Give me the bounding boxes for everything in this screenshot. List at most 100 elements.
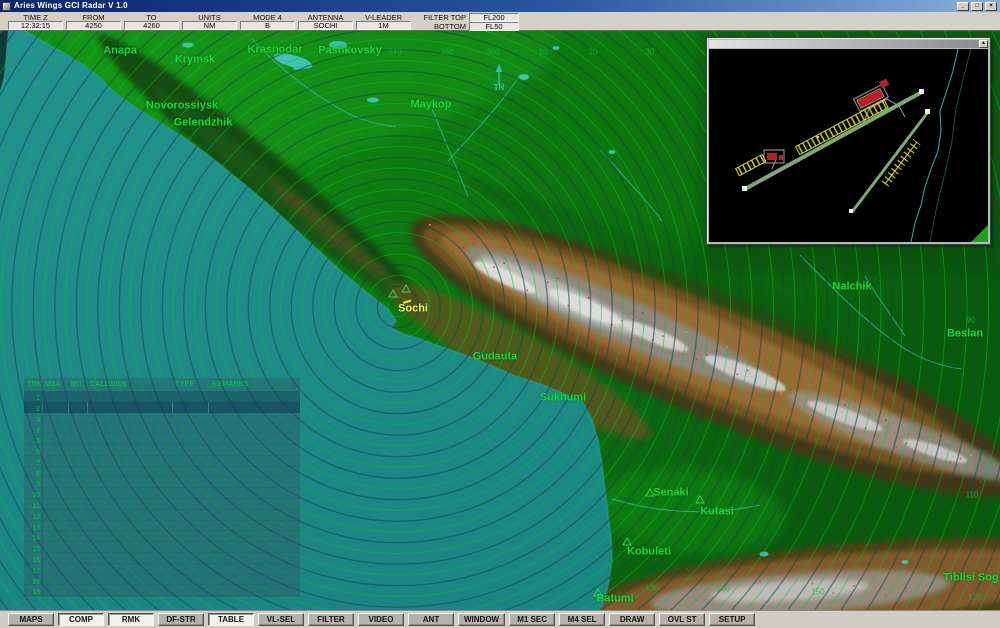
- toolbar-field: TIME Z 12:32:15: [8, 13, 63, 30]
- filter-top-value[interactable]: FL200: [469, 12, 519, 22]
- window-controls: _ □ ×: [957, 1, 1000, 11]
- city-label: Krymsk: [174, 53, 216, 66]
- track-number: 19: [32, 589, 40, 597]
- track-table-row[interactable]: 9: [24, 477, 300, 488]
- track-table-row[interactable]: 10: [24, 488, 300, 499]
- track-table-column-header: MII: [71, 381, 82, 388]
- track-table-row[interactable]: 6: [24, 445, 300, 456]
- toolbar-button[interactable]: M1 SEC: [509, 613, 556, 626]
- airport-inset-window: ▲: [706, 37, 991, 245]
- radar-map-display[interactable]: Anapa Krymsk Krasnodar Pashkovsky Novorossiy…: [0, 31, 1000, 610]
- track-table-row[interactable]: 13: [24, 521, 300, 532]
- inset-window-button[interactable]: ▲: [979, 40, 988, 48]
- bearing-label: 30: [645, 47, 655, 57]
- filter-bottom-value[interactable]: FL50: [469, 21, 519, 31]
- toolbar-button[interactable]: DF-STR: [158, 613, 204, 626]
- window-button[interactable]: _: [957, 1, 969, 11]
- filter-bottom-label: BOTTOM: [434, 21, 466, 31]
- city-label: Gudauta: [472, 350, 518, 363]
- track-table-row[interactable]: 3: [24, 413, 300, 424]
- bearing-label: 360: [486, 47, 500, 57]
- track-table-row[interactable]: 18: [24, 575, 300, 586]
- bearing-label: 110: [965, 490, 979, 500]
- city-label: Novorossiysk: [145, 99, 219, 112]
- city-label: Kutasi: [700, 505, 734, 518]
- window-button[interactable]: □: [971, 1, 983, 11]
- track-table: TRK M3A MII CALLSIGN TYPE REMARKS 1 2 3 4 5 6 7 8 9 10…: [24, 378, 300, 597]
- inset-taxiway-aprons: [734, 98, 921, 187]
- app-window: Aries Wings GCI Radar V 1.0 _ □ × TIME Z 12…: [0, 0, 1000, 628]
- toolbar-button[interactable]: WINDOW: [458, 613, 506, 626]
- toolbar-field-label: UNITS: [198, 13, 221, 22]
- toolbar-field-label: V-LEADER: [364, 13, 403, 22]
- toolbar-button[interactable]: VL-SEL: [258, 613, 304, 626]
- track-table-header: TRK M3A MII CALLSIGN TYPE REMARKS: [24, 378, 300, 391]
- city-label: Sochi: [398, 302, 428, 315]
- track-table-rows: 1 2 3 4 5 6 7 8 9 10 11 12 13 14 15 16 17 18 19: [24, 391, 300, 596]
- city-label: Senaki: [653, 486, 689, 499]
- track-table-row[interactable]: 7: [24, 456, 300, 467]
- bearing-label: 140: [716, 584, 730, 594]
- track-table-row[interactable]: 19: [24, 585, 300, 596]
- bearing-label: 90: [966, 315, 976, 325]
- toolbar-button[interactable]: VIDEO: [358, 613, 404, 626]
- track-table-row[interactable]: 8: [24, 467, 300, 478]
- track-table-row[interactable]: 2: [24, 402, 300, 413]
- track-table-row[interactable]: 4: [24, 423, 300, 434]
- city-label: Gelendzhik: [173, 116, 233, 129]
- toolbar-field: ANTENNA SOCHI: [298, 13, 353, 30]
- toolbar-field-value[interactable]: NM: [182, 21, 237, 30]
- city-label: Pashkovsky: [318, 44, 382, 57]
- toolbar-field-label: MODE 4: [253, 13, 282, 22]
- track-table-row[interactable]: 5: [24, 434, 300, 445]
- toolbar-button[interactable]: FILTER: [308, 613, 354, 626]
- toolbar-field-label: ANTENNA: [307, 13, 344, 22]
- toolbar-field: V-LEADER 1M: [356, 13, 411, 30]
- toolbar-button[interactable]: RMK: [108, 613, 154, 626]
- app-icon: [2, 1, 11, 11]
- window-button[interactable]: ×: [985, 1, 997, 11]
- inset-titlebar[interactable]: ▲: [709, 40, 988, 48]
- city-label: Kobuleti: [627, 545, 671, 558]
- toolbar-field-value[interactable]: 4260: [124, 21, 179, 30]
- track-table-row[interactable]: 1: [24, 391, 300, 402]
- track-table-row[interactable]: 12: [24, 510, 300, 521]
- toolbar-button[interactable]: M4 SEL: [559, 613, 606, 626]
- bottom-toolbar: MAPS COMP RMK DF-STR TABLE VL-SEL FILTER VIDEO A…: [0, 610, 1000, 628]
- bearing-label: 120: [968, 592, 982, 602]
- track-table-row[interactable]: 17: [24, 564, 300, 575]
- track-table-column-header: TRK: [27, 381, 42, 388]
- toolbar-field: UNITS NM: [182, 13, 237, 30]
- bearing-label: 150: [811, 587, 825, 597]
- toolbar-button[interactable]: COMP: [58, 613, 104, 626]
- toolbar-button[interactable]: TABLE: [208, 613, 254, 626]
- track-table-row[interactable]: 15: [24, 542, 300, 553]
- city-label: Sukhumi: [539, 391, 587, 404]
- toolbar-button[interactable]: MAPS: [8, 613, 54, 626]
- window-titlebar[interactable]: Aries Wings GCI Radar V 1.0 _ □ ×: [0, 0, 1000, 12]
- toolbar-button[interactable]: ANT: [408, 613, 454, 626]
- toolbar-fields: TIME Z 12:32:15 FROM 4250 TO 4260 UNITS NM MODE …: [8, 13, 411, 30]
- toolbar-button[interactable]: OVL ST: [659, 613, 706, 626]
- track-table-row[interactable]: 11: [24, 499, 300, 510]
- toolbar-button[interactable]: SETUP: [709, 613, 756, 626]
- toolbar-field-value[interactable]: B: [240, 21, 295, 30]
- track-table-column-header: TYPE: [175, 381, 195, 388]
- toolbar-field: MODE 4B: [240, 13, 295, 30]
- toolbar-field-value[interactable]: 1M: [356, 21, 411, 30]
- city-label: Beslan: [946, 327, 984, 340]
- toolbar-button[interactable]: DRAW: [609, 613, 656, 626]
- toolbar-field-label: FROM: [82, 13, 105, 22]
- filter-block: FILTER TOP FL200 BOTTOM FL50: [406, 12, 522, 31]
- window-title: Aries Wings GCI Radar V 1.0: [14, 1, 128, 10]
- bearing-label: 10: [538, 47, 548, 57]
- toolbar-field-value[interactable]: 4250: [66, 21, 121, 30]
- track-table-row[interactable]: 14: [24, 531, 300, 542]
- track-table-row[interactable]: 16: [24, 553, 300, 564]
- city-label: Maykop: [410, 98, 452, 111]
- toolbar-field-label: TO: [146, 13, 157, 22]
- toolbar-field-value[interactable]: 12:32:15: [8, 21, 63, 30]
- toolbar-field-value[interactable]: SOCHI: [298, 21, 353, 30]
- city-label: Batumi: [596, 592, 634, 605]
- city-label: Nalchik: [832, 280, 872, 293]
